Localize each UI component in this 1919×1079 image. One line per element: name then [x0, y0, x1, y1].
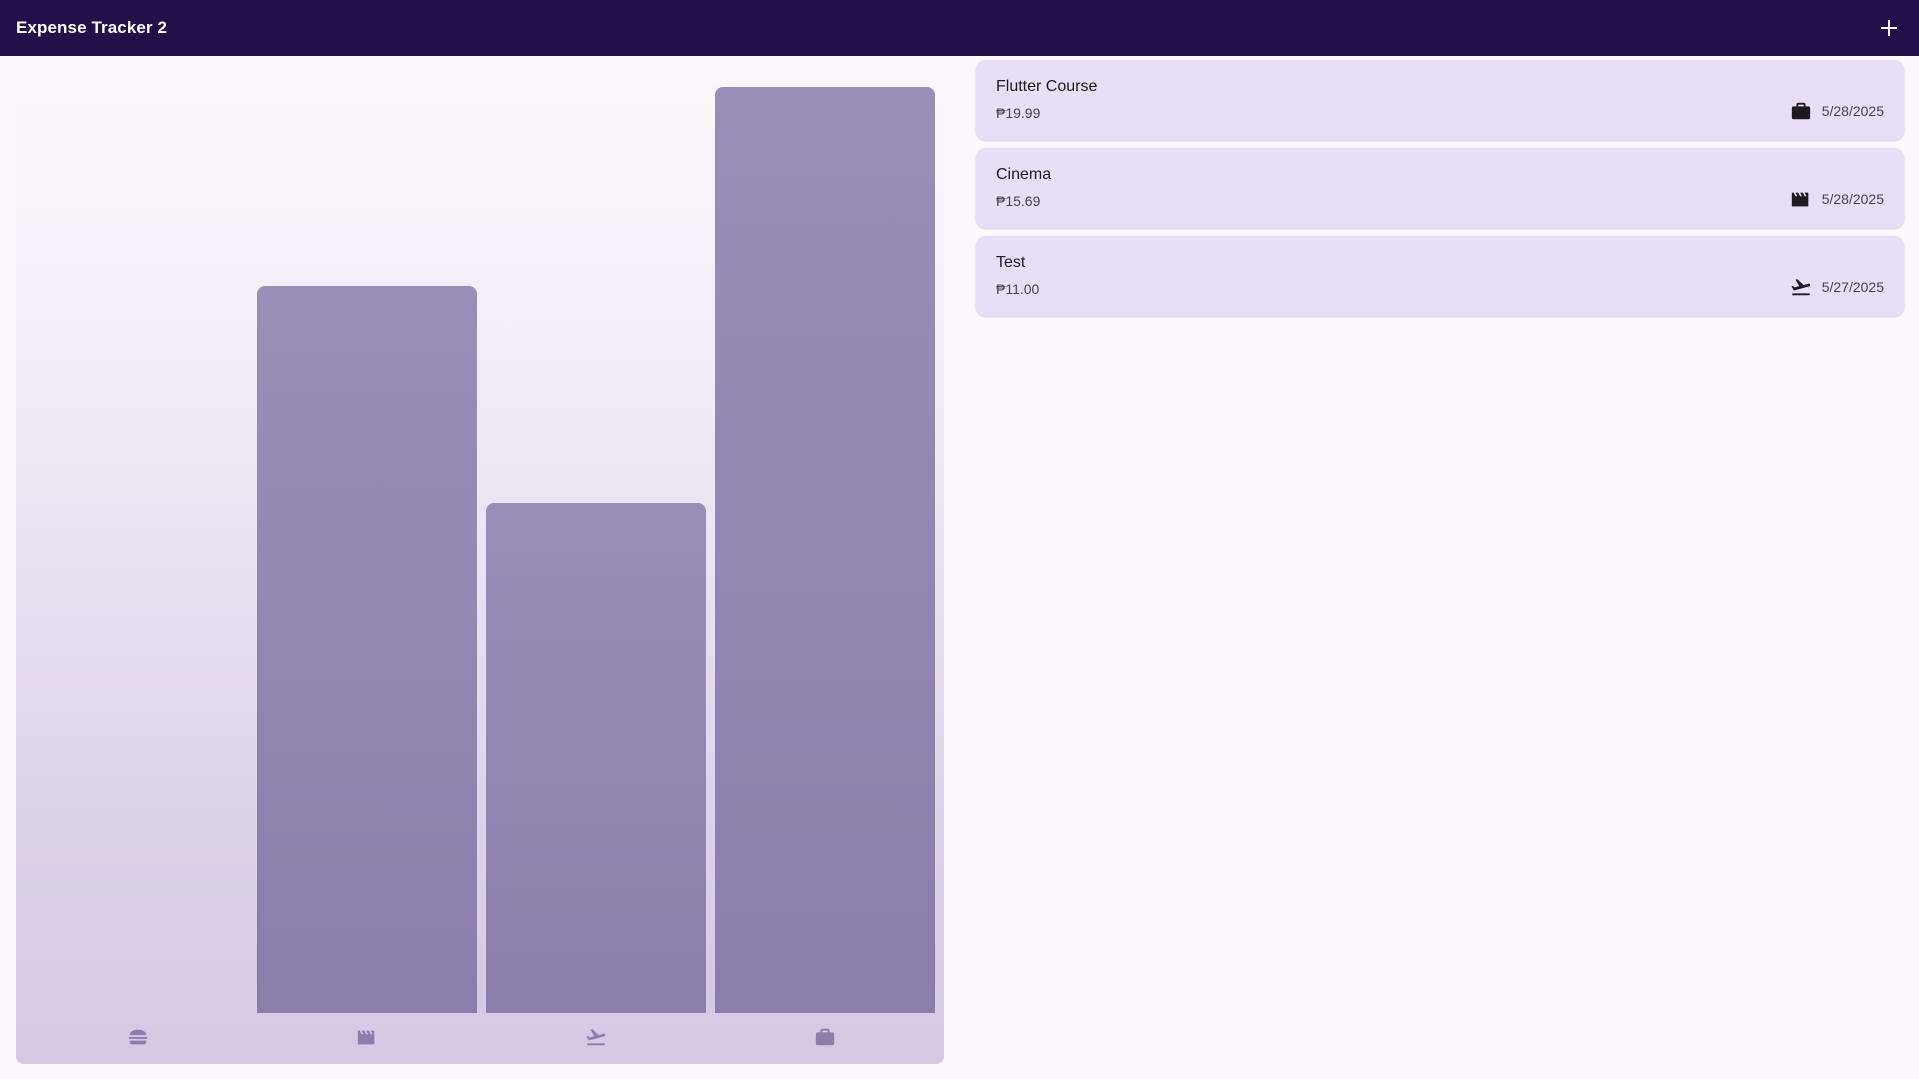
briefcase-icon: [715, 1017, 935, 1057]
bar-slot-work: [715, 87, 935, 1013]
expense-meta: 5/27/2025: [1790, 276, 1884, 298]
bar-travel: [486, 503, 706, 1013]
expense-title: Test: [996, 254, 1026, 271]
bar-slot-food: [28, 87, 248, 1013]
burger-icon: [28, 1017, 248, 1057]
expense-date: 5/28/2025: [1821, 191, 1884, 207]
movie-icon: [1790, 188, 1812, 210]
flight-takeoff-icon: [486, 1017, 706, 1057]
expense-meta: 5/28/2025: [1790, 100, 1884, 122]
bar-work: [715, 87, 935, 1013]
briefcase-icon: [1790, 100, 1812, 122]
bar-slot-travel: [486, 87, 706, 1013]
app-title: Expense Tracker 2: [16, 18, 168, 37]
expense-item[interactable]: Test ₱11.00 5/27/2025: [976, 236, 1904, 316]
add-expense-button[interactable]: [1875, 14, 1903, 42]
expense-date: 5/28/2025: [1821, 103, 1884, 119]
app-bar: Expense Tracker 2: [0, 0, 1919, 56]
expense-amount: ₱19.99: [996, 105, 1041, 121]
expense-item[interactable]: Cinema ₱15.69 5/28/2025: [976, 148, 1904, 228]
expense-date: 5/27/2025: [1821, 279, 1884, 295]
expense-title: Cinema: [996, 166, 1052, 183]
expense-amount: ₱11.00: [996, 281, 1040, 297]
expense-amount: ₱15.69: [996, 193, 1041, 209]
expense-item[interactable]: Flutter Course ₱19.99 5/28/2025: [976, 60, 1904, 140]
expense-list: Flutter Course ₱19.99 5/28/2025 Cinema ₱15.6…: [976, 60, 1904, 324]
expense-meta: 5/28/2025: [1790, 188, 1884, 210]
bar-leisure: [257, 286, 477, 1013]
expense-title: Flutter Course: [996, 78, 1098, 95]
plus-icon: [1881, 20, 1897, 36]
bar-slot-leisure: [257, 87, 477, 1013]
flight-takeoff-icon: [1790, 276, 1812, 298]
chart-bars: [28, 87, 935, 1013]
movie-icon: [257, 1017, 477, 1057]
chart-category-icons: [28, 1017, 932, 1057]
expense-chart: [16, 71, 944, 1064]
